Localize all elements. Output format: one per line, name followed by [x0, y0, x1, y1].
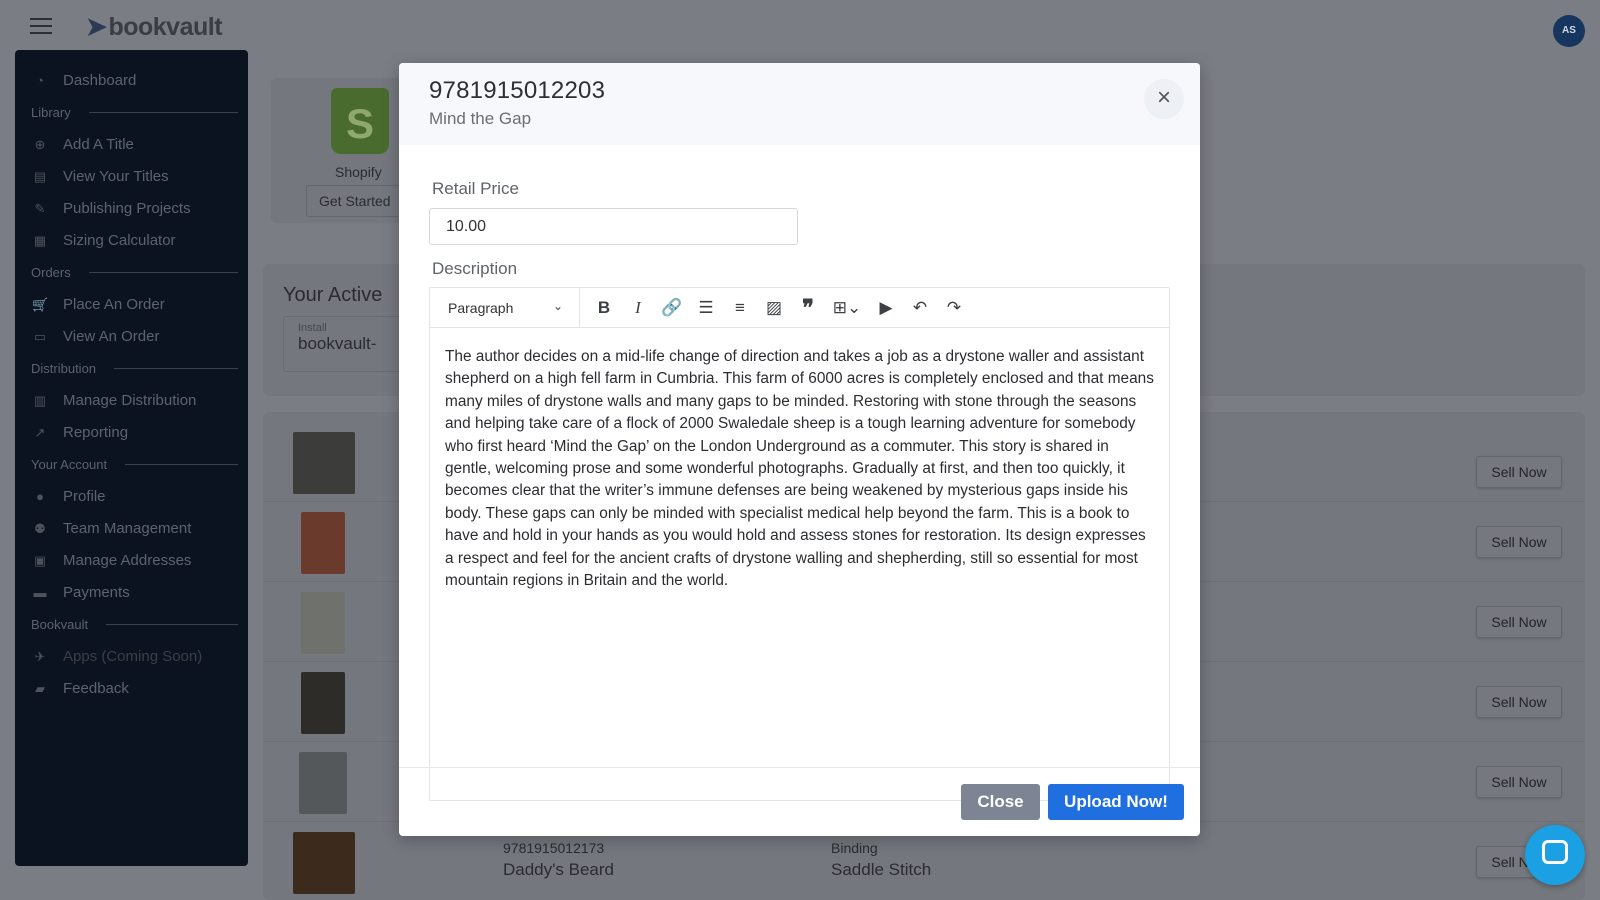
shopify-label: Shopify — [335, 164, 382, 180]
book-cover — [299, 752, 347, 814]
table-icon[interactable]: ⊞⌄ — [825, 291, 869, 325]
modal-footer: Close Upload Now! — [399, 767, 1200, 836]
sidebar-item-view-order[interactable]: ▭ View An Order — [15, 320, 248, 352]
bulleted-list-icon[interactable]: ☰ — [689, 291, 723, 325]
sidebar-item-apps: ✈ Apps (Coming Soon) — [15, 640, 248, 672]
row-isbn: 9781915012173 — [503, 840, 605, 856]
sidebar-heading-account: Your Account — [15, 448, 248, 480]
close-button[interactable]: Close — [961, 784, 1040, 820]
comments-icon: ▰ — [35, 681, 45, 696]
retail-price-input[interactable] — [429, 208, 798, 245]
cart-icon: 🛒 — [32, 297, 49, 312]
sidebar-item-team-management[interactable]: ⚉ Team Management — [15, 512, 248, 544]
chat-icon — [1542, 840, 1568, 864]
top-bar: ➤bookvault AS — [0, 0, 1600, 50]
book-icon: ▤ — [33, 169, 47, 184]
book-cover — [301, 592, 345, 654]
book-cover — [301, 672, 345, 734]
row-title: Daddy's Beard — [503, 860, 614, 879]
modal-header: 9781915012203 Mind the Gap × — [399, 63, 1200, 145]
sidebar-heading-bookvault: Bookvault — [15, 608, 248, 640]
rocket-icon: ✈ — [34, 649, 46, 664]
italic-icon[interactable]: I — [621, 291, 655, 325]
chevron-down-icon: ⌄ — [552, 298, 563, 313]
calculator-icon: ▦ — [33, 233, 47, 248]
users-icon: ⚉ — [34, 521, 46, 536]
bold-icon[interactable]: B — [587, 291, 621, 325]
image-icon[interactable]: ▨ — [757, 291, 791, 325]
sidebar-heading-orders: Orders — [15, 256, 248, 288]
sell-now-button[interactable]: Sell Now — [1476, 766, 1562, 798]
sidebar: ◔ Dashboard Library ⊕ Add A Title ▤ View Yo… — [15, 50, 248, 866]
description-text[interactable]: The author decides on a mid-life change … — [430, 328, 1169, 610]
install-field[interactable]: Install bookvault- — [283, 316, 413, 372]
sidebar-item-publishing-projects[interactable]: ✎ Publishing Projects — [15, 192, 248, 224]
sidebar-item-dashboard[interactable]: ◔ Dashboard — [15, 64, 248, 96]
edit-title-modal: 9781915012203 Mind the Gap × Retail Pric… — [399, 63, 1200, 836]
close-icon[interactable]: × — [1144, 79, 1184, 119]
chat-button[interactable] — [1525, 825, 1585, 885]
address-book-icon: ▣ — [33, 553, 47, 568]
menu-icon[interactable] — [30, 18, 52, 34]
modal-isbn: 9781915012203 — [429, 77, 606, 104]
plus-circle-icon: ⊕ — [34, 137, 46, 152]
editor-toolbar: Paragraph ⌄ B I 🔗 ☰ ≡ ▨ ❞ ⊞⌄ ▶ ↶ ↷ — [430, 287, 1169, 328]
logo: ➤bookvault — [86, 13, 223, 41]
sidebar-item-profile[interactable]: ● Profile — [15, 480, 248, 512]
description-editor: Paragraph ⌄ B I 🔗 ☰ ≡ ▨ ❞ ⊞⌄ ▶ ↶ ↷ The a… — [429, 287, 1170, 801]
dashboard-icon: ◔ — [36, 73, 44, 88]
sell-now-button[interactable]: Sell Now — [1476, 606, 1562, 638]
undo-icon[interactable]: ↶ — [903, 291, 937, 325]
chart-icon: ↗ — [34, 425, 46, 440]
rocket-icon: ✎ — [34, 201, 46, 216]
redo-icon[interactable]: ↷ — [937, 291, 971, 325]
sidebar-item-reporting[interactable]: ↗ Reporting — [15, 416, 248, 448]
sidebar-heading-distribution: Distribution — [15, 352, 248, 384]
row-binding: Saddle Stitch — [831, 860, 932, 879]
sidebar-item-payments[interactable]: ▬ Payments — [15, 576, 248, 608]
avatar[interactable]: AS — [1553, 15, 1585, 47]
book-cover — [293, 832, 355, 894]
numbered-list-icon[interactable]: ≡ — [723, 291, 757, 325]
description-label: Description — [432, 259, 518, 278]
blockquote-icon[interactable]: ❞ — [791, 291, 825, 325]
media-embed-icon[interactable]: ▶ — [869, 291, 903, 325]
sidebar-item-place-order[interactable]: 🛒 Place An Order — [15, 288, 248, 320]
link-icon[interactable]: 🔗 — [655, 291, 689, 325]
building-icon: ▥ — [33, 393, 47, 408]
shopify-logo-icon: S — [331, 88, 389, 154]
book-cover — [293, 432, 355, 494]
sell-now-button[interactable]: Sell Now — [1476, 456, 1562, 488]
sidebar-item-manage-addresses[interactable]: ▣ Manage Addresses — [15, 544, 248, 576]
sidebar-item-add-title[interactable]: ⊕ Add A Title — [15, 128, 248, 160]
money-icon: ▬ — [33, 585, 47, 600]
sidebar-heading-library: Library — [15, 96, 248, 128]
active-title: Your Active — [283, 284, 383, 306]
paragraph-style-select[interactable]: Paragraph ⌄ — [430, 287, 580, 328]
user-icon: ● — [36, 489, 44, 504]
retail-price-label: Retail Price — [432, 179, 519, 198]
sidebar-item-view-titles[interactable]: ▤ View Your Titles — [15, 160, 248, 192]
modal-title: Mind the Gap — [429, 109, 532, 128]
upload-now-button[interactable]: Upload Now! — [1048, 784, 1184, 820]
book-cover — [301, 512, 345, 574]
sell-now-button[interactable]: Sell Now — [1476, 686, 1562, 718]
sell-now-button[interactable]: Sell Now — [1476, 526, 1562, 558]
sidebar-item-sizing-calculator[interactable]: ▦ Sizing Calculator — [15, 224, 248, 256]
sidebar-item-manage-distribution[interactable]: ▥ Manage Distribution — [15, 384, 248, 416]
row-binding-label: Binding — [831, 840, 878, 856]
truck-icon: ▭ — [33, 329, 47, 344]
sidebar-item-feedback[interactable]: ▰ Feedback — [15, 672, 248, 704]
